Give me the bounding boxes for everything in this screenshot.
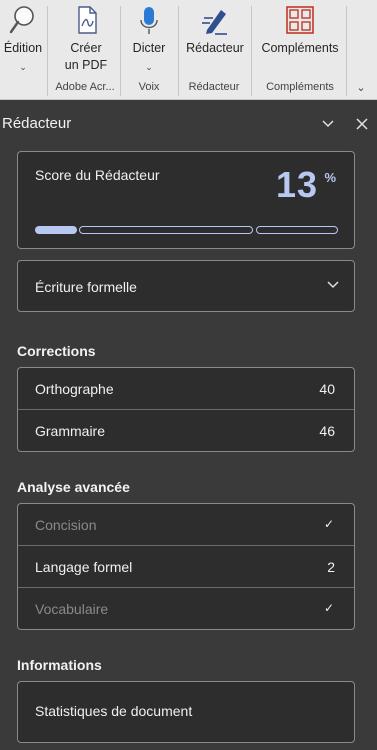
edition-label: Édition (3, 41, 43, 55)
correction-label: Grammaire (35, 423, 106, 439)
corrections-item-grammar[interactable]: Grammaire 46 (18, 410, 354, 452)
chevron-down-icon: ⌄ (145, 62, 153, 72)
close-icon[interactable] (352, 114, 372, 134)
corrections-list: Orthographe 40 Grammaire 46 (17, 367, 355, 452)
group-label-addins: Compléments (266, 81, 334, 93)
info-item-document-stats[interactable]: Statistiques de document (18, 690, 354, 732)
info-label: Statistiques de document (35, 703, 193, 719)
advanced-title: Analyse avancée (17, 479, 130, 495)
writing-style-value: Écriture formelle (35, 279, 137, 295)
ribbon: Édition ⌄ Créer un PDF Adobe Acr... Dict… (0, 0, 377, 100)
corrections-item-spelling[interactable]: Orthographe 40 (18, 368, 354, 410)
chevron-down-icon (327, 281, 339, 289)
ribbon-separator (120, 6, 121, 96)
advanced-count: 2 (327, 559, 335, 575)
advanced-item-vocabulary[interactable]: Vocabulaire ✓ (18, 588, 354, 630)
advanced-label: Concision (35, 517, 97, 533)
addins-button[interactable]: Compléments (256, 4, 344, 57)
magnifier-icon (9, 6, 34, 34)
editor-pen-icon (202, 10, 227, 35)
advanced-item-concision[interactable]: Concision ✓ (18, 504, 354, 546)
writing-style-dropdown[interactable]: Écriture formelle (17, 260, 355, 312)
advanced-item-formal-language[interactable]: Langage formel 2 (18, 546, 354, 588)
checkmark-icon: ✓ (323, 601, 334, 615)
edition-button[interactable]: Édition ⌄ (2, 4, 44, 76)
ribbon-separator (178, 6, 179, 96)
editor-pane-header: Rédacteur (0, 100, 377, 150)
correction-count: 46 (319, 423, 335, 439)
score-unit: % (324, 170, 336, 185)
correction-count: 40 (319, 381, 335, 397)
ribbon-separator (346, 6, 347, 96)
pdf-icon (78, 6, 97, 34)
group-label-voice: Voix (138, 81, 160, 93)
score-progress-fill (35, 226, 77, 234)
addins-label: Compléments (261, 41, 339, 55)
score-label: Score du Rédacteur (35, 167, 160, 183)
correction-label: Orthographe (35, 381, 114, 397)
group-label-editor: Rédacteur (188, 81, 240, 93)
microphone-icon (140, 7, 158, 34)
advanced-label: Langage formel (35, 559, 133, 575)
score-progress-segment (256, 226, 338, 234)
info-list: Statistiques de document (17, 681, 355, 743)
create-pdf-label-line1: Créer (70, 41, 102, 55)
editor-label: Rédacteur (186, 41, 244, 55)
score-progress-segment (79, 226, 253, 234)
addins-grid-icon (286, 6, 314, 34)
pane-title: Rédacteur (2, 115, 72, 132)
editor-score-card: Score du Rédacteur 13 % (17, 151, 355, 249)
ribbon-separator (251, 6, 252, 96)
ribbon-separator (47, 6, 48, 96)
advanced-label: Vocabulaire (35, 601, 109, 617)
collapse-ribbon-chevron-icon[interactable]: ⌄ (353, 81, 369, 95)
create-pdf-button[interactable]: Créer un PDF (58, 4, 114, 74)
chevron-down-icon: ⌄ (19, 62, 27, 72)
editor-button[interactable]: Rédacteur (184, 4, 246, 57)
checkmark-icon: ✓ (323, 517, 334, 531)
group-label-adobe: Adobe Acr... (55, 81, 115, 93)
dictate-label: Dicter (132, 41, 166, 55)
info-title: Informations (17, 657, 102, 673)
create-pdf-label-line2: un PDF (64, 58, 108, 72)
score-value: 13 (275, 164, 318, 205)
advanced-list: Concision ✓ Langage formel 2 Vocabulaire… (17, 503, 355, 630)
corrections-title: Corrections (17, 343, 96, 359)
chevron-down-icon[interactable] (318, 114, 338, 134)
dictate-button[interactable]: Dicter ⌄ (126, 4, 172, 76)
